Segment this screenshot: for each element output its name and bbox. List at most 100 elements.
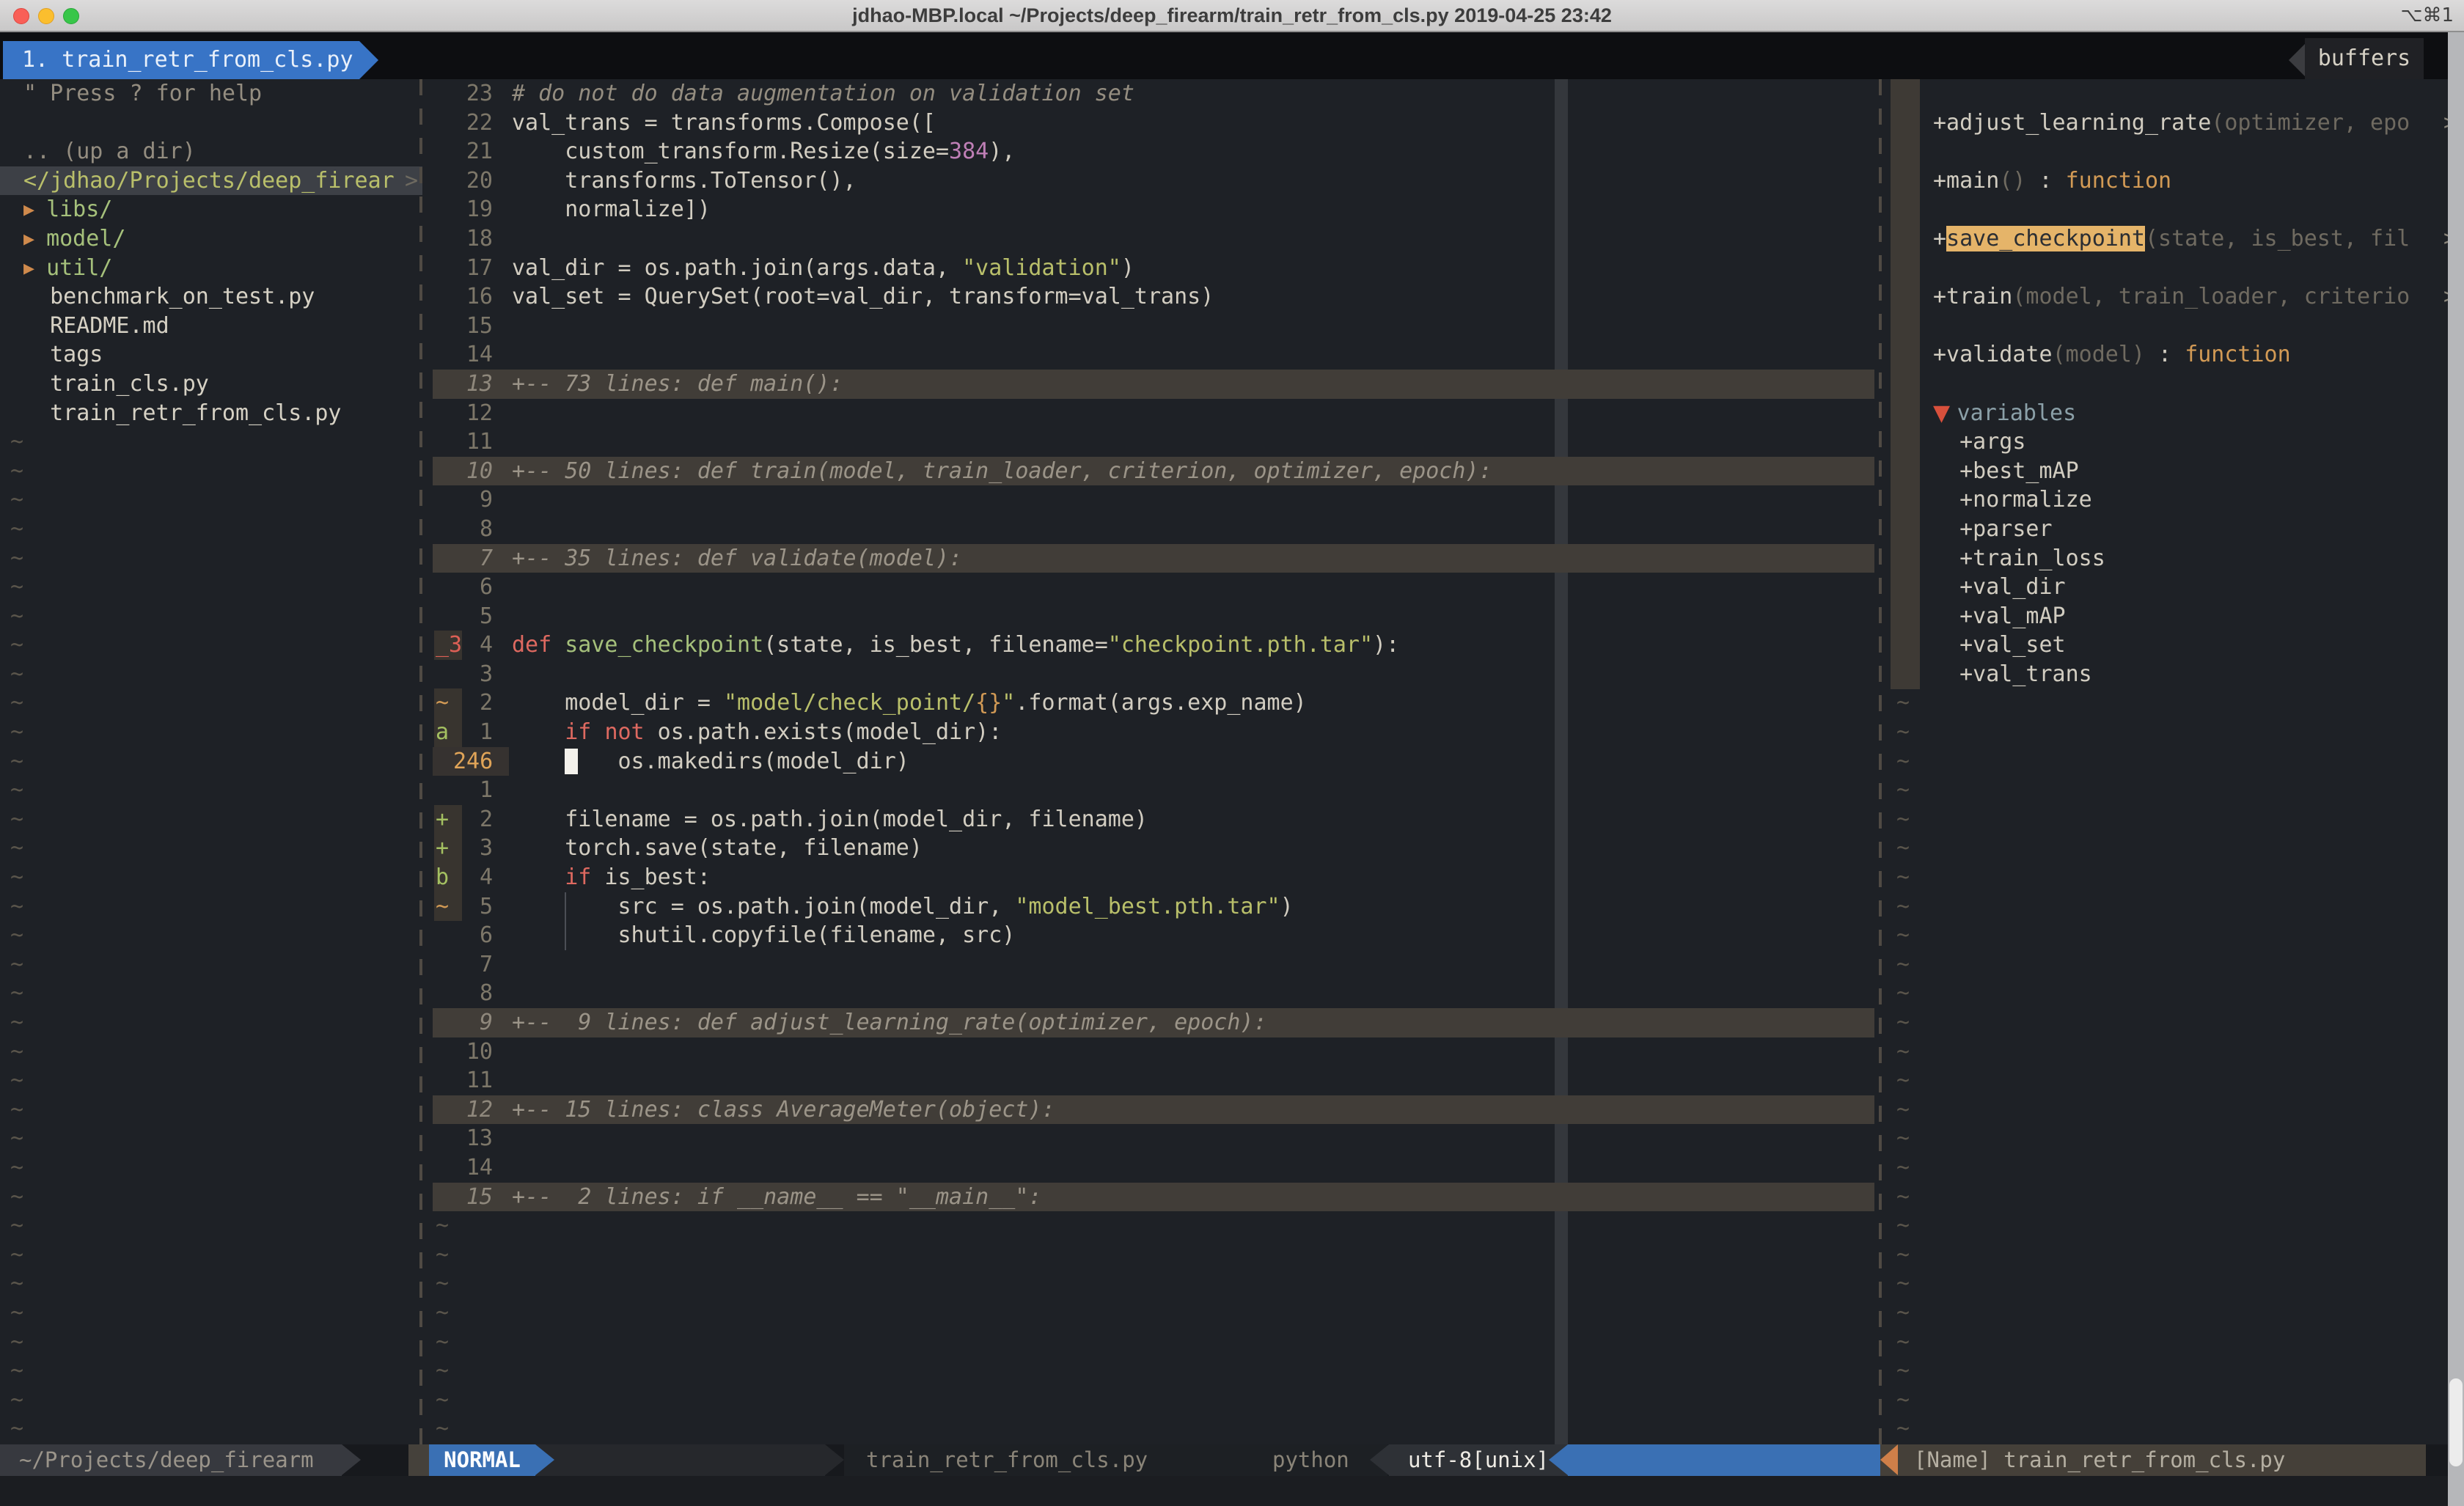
editor-row[interactable]: 8 (433, 515, 1874, 544)
buffer-end-tilde: ~ (10, 631, 23, 660)
editor-row[interactable]: 7 (433, 950, 1874, 980)
tree-empty-row: ~ (0, 1066, 422, 1095)
editor-row[interactable]: 15 (433, 312, 1874, 341)
tree-root-path[interactable]: </jdhao/Projects/deep_firear> (0, 166, 422, 196)
buffer-end-tilde: ~ (10, 457, 23, 486)
editor-row[interactable]: b4 if is_best: (433, 863, 1874, 892)
editor-row[interactable]: 18 (433, 224, 1874, 254)
buffer-end-tilde: ~ (1896, 1299, 1910, 1328)
folded-region[interactable]: 13+-- 73 lines: def main(): (433, 370, 1874, 399)
editor-row[interactable]: 6 (433, 573, 1874, 602)
editor-row[interactable]: ~ (433, 1299, 1874, 1328)
editor-row[interactable]: 17val_dir = os.path.join(args.data, "val… (433, 254, 1874, 283)
editor-row[interactable]: 14 (433, 1153, 1874, 1183)
folded-region[interactable]: 7+-- 35 lines: def validate(model): (433, 544, 1874, 573)
editor-row[interactable]: 8 (433, 979, 1874, 1008)
editor-row[interactable]: 246 os.makedirs(model_dir) (433, 747, 1874, 776)
window-separator-right[interactable] (1879, 79, 1882, 1444)
tab-active[interactable]: 1. train_retr_from_cls.py (3, 41, 378, 79)
editor-row[interactable]: ~2 model_dir = "model/check_point/{}".fo… (433, 688, 1874, 718)
editor-row[interactable]: ~ (433, 1211, 1874, 1241)
editor-row[interactable]: 14 (433, 340, 1874, 370)
editor-row[interactable]: 20 transforms.ToTensor(), (433, 166, 1874, 196)
editor-row[interactable]: +2 filename = os.path.join(model_dir, fi… (433, 805, 1874, 834)
editor-row[interactable]: 21 custom_transform.Resize(size=384), (433, 137, 1874, 166)
tree-help-line[interactable]: " Press ? for help (0, 79, 422, 109)
tagbar-row[interactable]: +val_mAP (1891, 602, 2464, 631)
tag-token: +val_mAP (1933, 603, 2066, 629)
editor-row[interactable]: ~ (433, 1386, 1874, 1415)
tagbar-row: ~ (1891, 1241, 2464, 1270)
tagbar-row[interactable]: +args (1891, 427, 2464, 457)
tree-file-train_retr_from_cls-py[interactable]: train_retr_from_cls.py (0, 399, 422, 428)
editor-row[interactable]: 19 normalize]) (433, 195, 1874, 224)
scrollbar-track[interactable] (2448, 32, 2464, 1506)
editor-row[interactable]: 12 (433, 399, 1874, 428)
folded-region[interactable]: 12+-- 15 lines: class AverageMeter(objec… (433, 1095, 1874, 1125)
folded-region[interactable]: 15+-- 2 lines: if __name__ == "__main__"… (433, 1183, 1874, 1212)
editor-row[interactable]: ~ (433, 1328, 1874, 1357)
editor-row[interactable]: +3 torch.save(state, filename) (433, 834, 1874, 863)
buffer-end-tilde: ~ (1896, 1008, 1910, 1037)
tagbar-row[interactable]: +val_set (1891, 631, 2464, 660)
tagbar-row[interactable]: +adjust_learning_rate(optimizer, epo> (1891, 109, 2464, 138)
tree-dir-util[interactable]: ▸util/ (0, 254, 422, 283)
editor-row[interactable]: 9 (433, 485, 1874, 515)
tagbar-row[interactable]: ▼ variables (1891, 399, 2464, 428)
tree-up-dir[interactable]: .. (up a dir) (0, 137, 422, 166)
editor-row[interactable]: _34def save_checkpoint(state, is_best, f… (433, 631, 1874, 660)
tagbar-row[interactable]: +train(model, train_loader, criterio> (1891, 282, 2464, 312)
buffer-end-tilde: ~ (1896, 1211, 1910, 1241)
command-line[interactable] (0, 1476, 2464, 1506)
editor-row[interactable]: 10 (433, 1037, 1874, 1067)
editor-row[interactable]: 22val_trans = transforms.Compose([ (433, 109, 1874, 138)
tagbar-row[interactable]: +val_dir (1891, 573, 2464, 602)
tree-file-README-md[interactable]: README.md (0, 312, 422, 341)
editor-row[interactable]: ~ (433, 1241, 1874, 1270)
editor-row[interactable]: ~ (433, 1356, 1874, 1386)
tagbar-row[interactable]: +parser (1891, 515, 2464, 544)
editor-row[interactable]: a1 if not os.path.exists(model_dir): (433, 718, 1874, 747)
line-number: 17 (453, 254, 493, 283)
editor-row[interactable]: 11 (433, 427, 1874, 457)
tree-file-name: tags (23, 342, 103, 367)
tree-file-tags[interactable]: tags (0, 340, 422, 370)
editor-row[interactable]: 5 (433, 602, 1874, 631)
tree-empty-row: ~ (0, 573, 422, 602)
tree-dir-libs[interactable]: ▸libs/ (0, 195, 422, 224)
folder-collapsed-icon: ▸ (23, 226, 34, 251)
tagbar-row[interactable]: +normalize (1891, 485, 2464, 515)
editor-row[interactable]: 6 shutil.copyfile(filename, src) (433, 921, 1874, 950)
editor-row[interactable]: 23# do not do data augmentation on valid… (433, 79, 1874, 109)
folded-region[interactable]: 10+-- 50 lines: def train(model, train_l… (433, 457, 1874, 486)
tag-token: +train_loss (1933, 546, 2105, 571)
buffer-end-tilde: ~ (1896, 1183, 1910, 1212)
buffers-label[interactable]: buffers (2305, 38, 2424, 79)
code-text: if not os.path.exists(model_dir): (512, 718, 1002, 747)
tree-file-train_cls-py[interactable]: train_cls.py (0, 370, 422, 399)
tagbar-row[interactable]: +best_mAP (1891, 457, 2464, 486)
tagbar-row[interactable]: +main() : function (1891, 166, 2464, 196)
buffer-end-tilde: ~ (436, 1414, 449, 1444)
tagbar-row: ~ (1891, 718, 2464, 747)
editor-row[interactable]: 3 (433, 660, 1874, 689)
tagbar-row[interactable]: +train_loss (1891, 544, 2464, 573)
editor-row[interactable]: ~ (433, 1269, 1874, 1299)
folded-region[interactable]: 9+-- 9 lines: def adjust_learning_rate(o… (433, 1008, 1874, 1037)
tree-file-benchmark_on_test-py[interactable]: benchmark_on_test.py (0, 282, 422, 312)
buffer-end-tilde: ~ (10, 1386, 23, 1415)
editor-row[interactable]: ~5 src = os.path.join(model_dir, "model_… (433, 892, 1874, 922)
tagbar-row[interactable]: +save_checkpoint(state, is_best, fil> (1891, 224, 2464, 254)
tagbar-row[interactable]: +val_trans (1891, 660, 2464, 689)
editor-row[interactable]: 11 (433, 1066, 1874, 1095)
editor-row[interactable]: ~ (433, 1414, 1874, 1444)
tagbar-row[interactable]: +validate(model) : function (1891, 340, 2464, 370)
scrollbar-thumb[interactable] (2449, 1378, 2463, 1466)
editor-row[interactable]: 1 (433, 776, 1874, 805)
folder-collapsed-icon: ▸ (23, 255, 34, 281)
window-separator-left[interactable] (419, 79, 422, 1444)
editor-row[interactable]: 13 (433, 1124, 1874, 1153)
code-text: def save_checkpoint(state, is_best, file… (512, 631, 1399, 660)
tree-dir-model[interactable]: ▸model/ (0, 224, 422, 254)
editor-row[interactable]: 16val_set = QuerySet(root=val_dir, trans… (433, 282, 1874, 312)
